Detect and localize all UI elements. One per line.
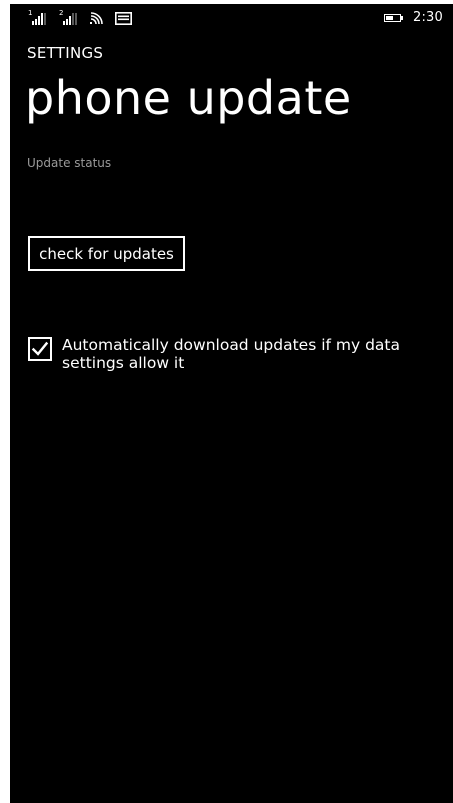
clock: 2:30 (413, 10, 443, 25)
signal-sim2-icon: 2 (59, 10, 79, 25)
wifi-icon (90, 12, 103, 25)
status-bar-right: 2:30 (384, 10, 443, 25)
checkmark-icon (31, 341, 49, 356)
check-for-updates-button[interactable]: check for updates (28, 236, 185, 271)
phone-screen: 1 2 2:30 SETTINGS phone update Update st… (10, 4, 453, 803)
signal-sim1-icon: 1 (28, 10, 48, 25)
status-bar-left: 1 2 (28, 10, 132, 25)
app-title: SETTINGS (27, 44, 104, 62)
page-title: phone update (25, 71, 352, 125)
battery-icon (384, 13, 403, 22)
auto-download-checkbox[interactable] (28, 337, 52, 361)
auto-download-setting[interactable]: Automatically download updates if my dat… (28, 336, 448, 372)
update-status-label: Update status (27, 156, 112, 170)
auto-download-label: Automatically download updates if my dat… (62, 336, 400, 372)
status-bar: 1 2 2:30 (10, 4, 453, 32)
message-icon (115, 12, 132, 25)
